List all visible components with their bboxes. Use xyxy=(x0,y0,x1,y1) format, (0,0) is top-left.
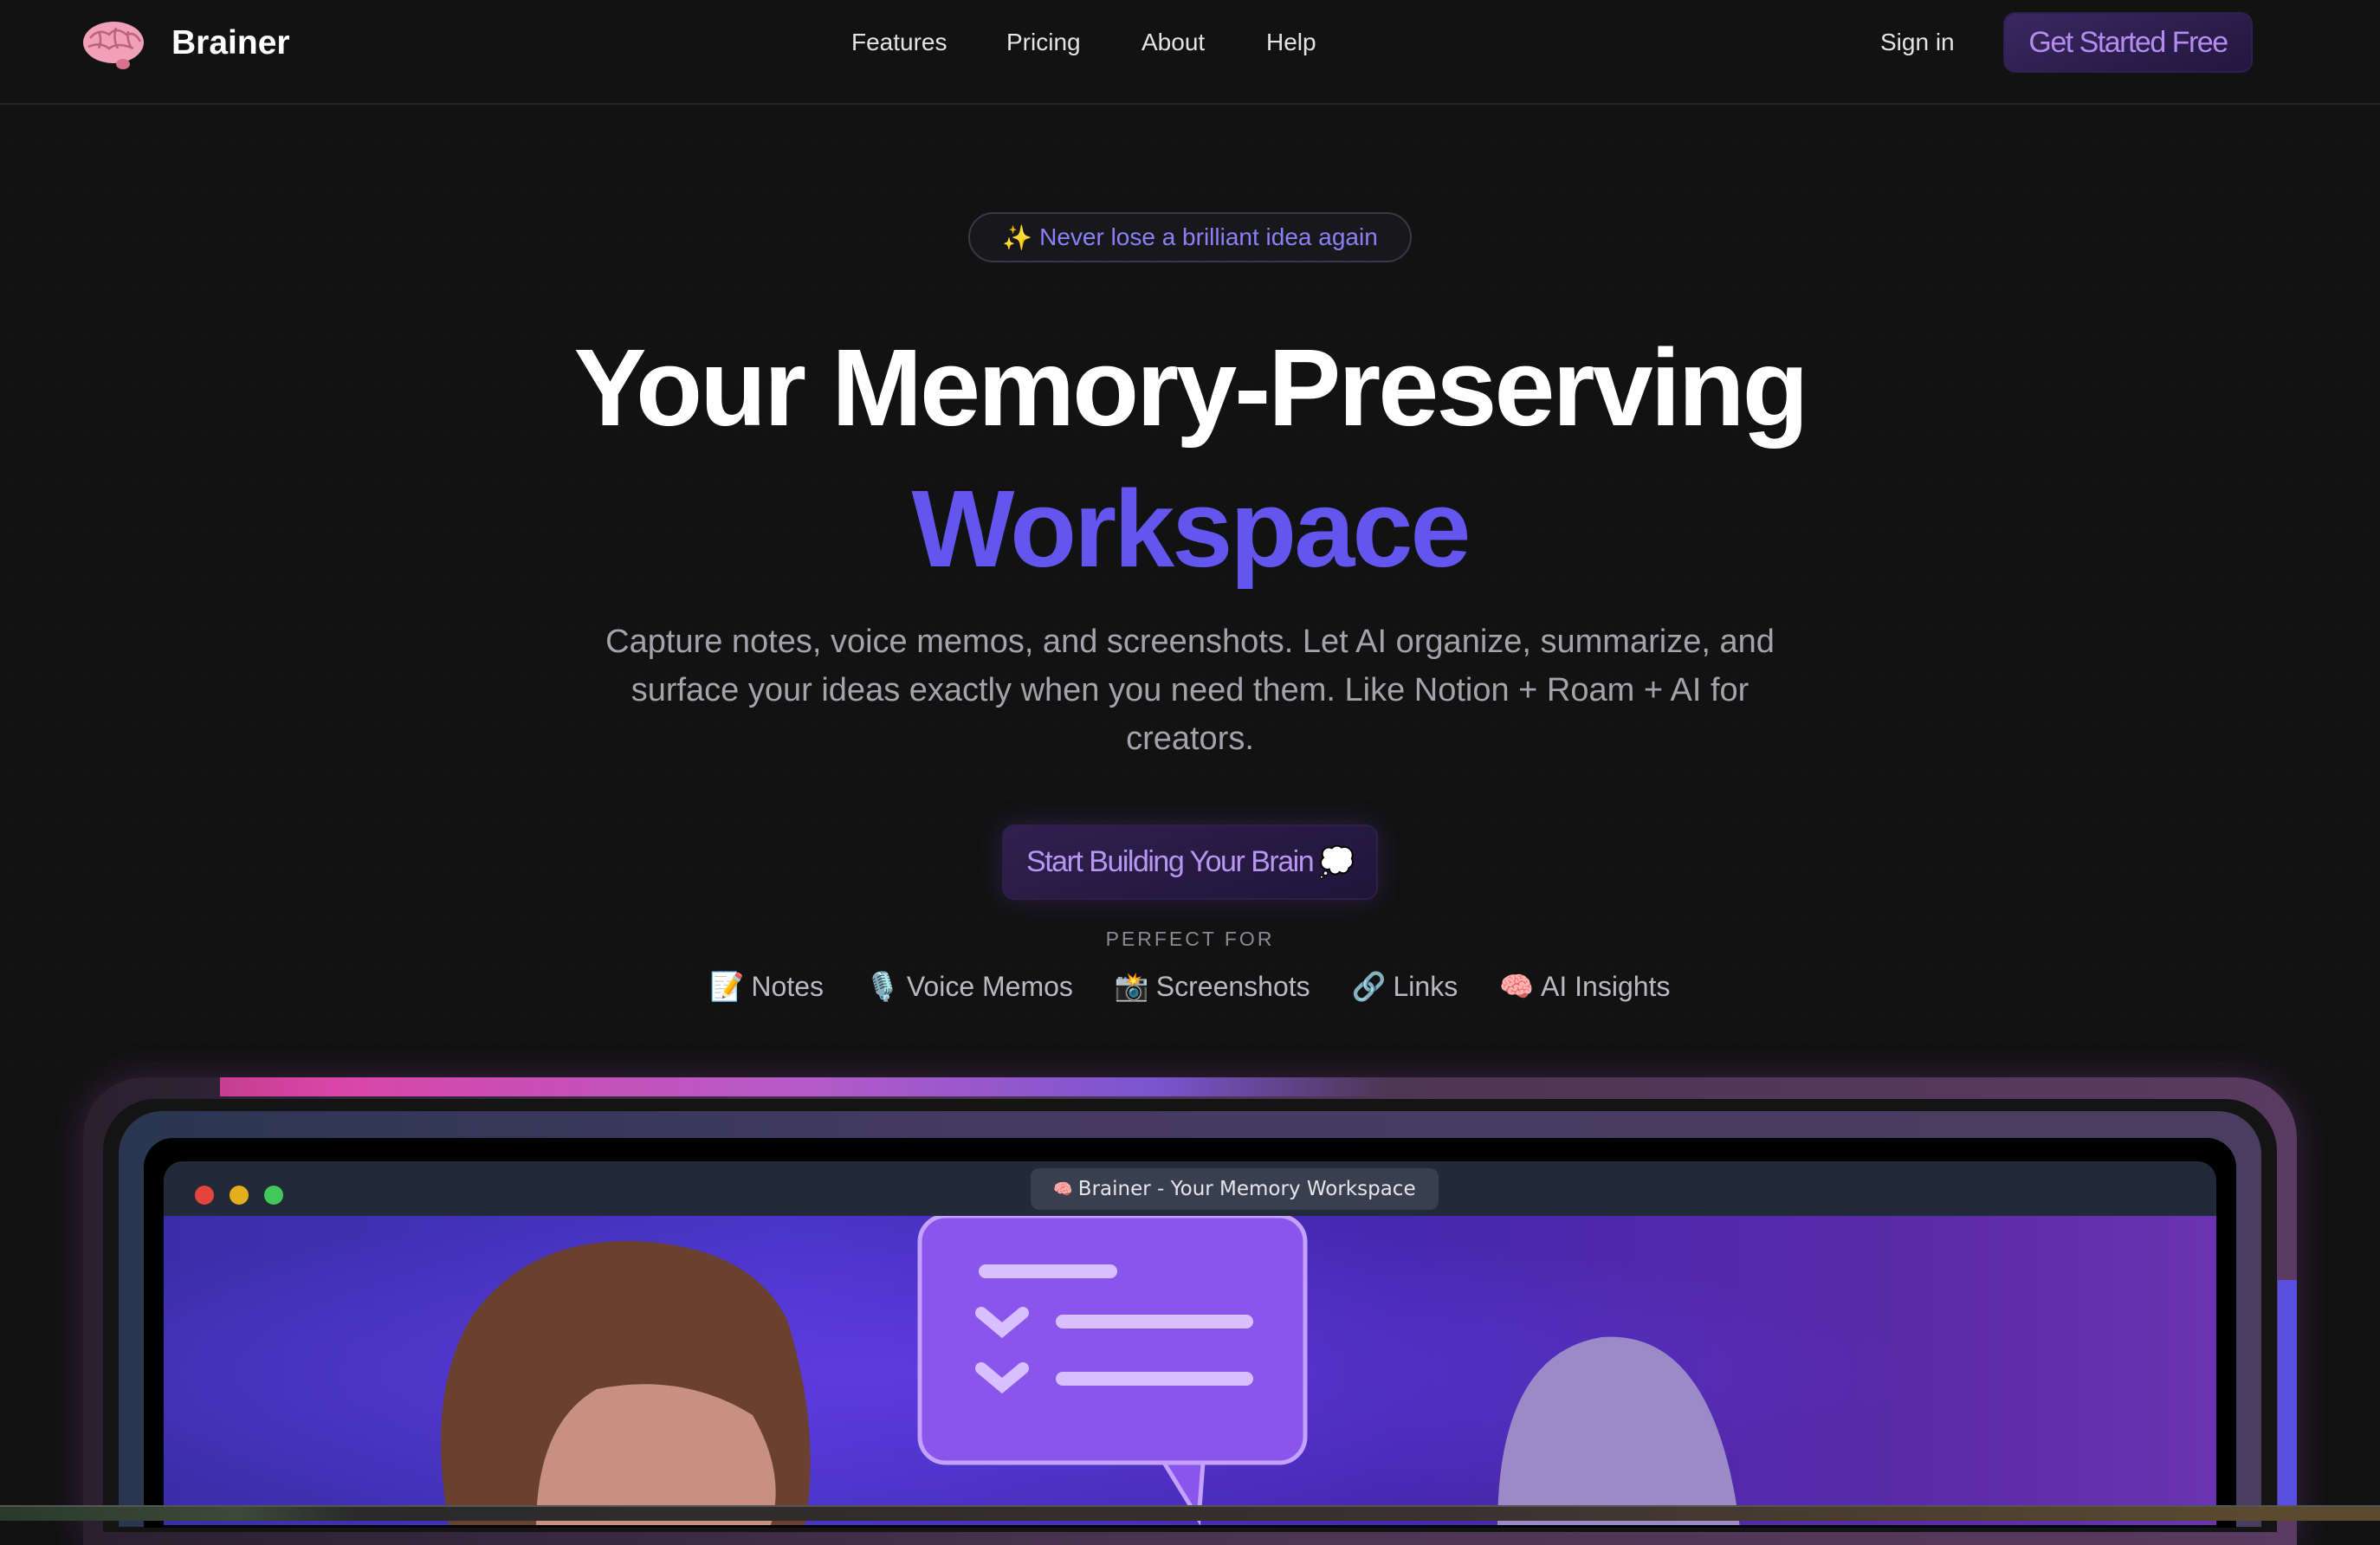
window-title-tab: 🧠 Brainer - Your Memory Workspace xyxy=(1031,1168,1439,1210)
use-case-label: Links xyxy=(1393,970,1458,1002)
use-case-list: 📝 Notes 🎙️ Voice Memos 📸 Screenshots 🔗 Links… xyxy=(0,970,2380,1003)
use-case-label: AI Insights xyxy=(1541,970,1671,1002)
get-started-button[interactable]: Get Started Free xyxy=(2003,12,2253,73)
use-case-links: 🔗 Links xyxy=(1352,970,1458,1003)
use-case-label: Screenshots xyxy=(1155,970,1310,1002)
hero-description: Capture notes, voice memos, and screensh… xyxy=(605,624,1775,757)
brain-logo-icon[interactable] xyxy=(81,19,146,71)
microphone-icon: 🎙️ xyxy=(865,971,900,1002)
mockup-side-accent xyxy=(2278,1280,2297,1514)
camera-icon: 📸 xyxy=(1114,971,1149,1002)
window-title: Brainer - Your Memory Workspace xyxy=(1077,1178,1416,1200)
thought-bubble-icon: 💭 xyxy=(1318,845,1355,879)
brand-name[interactable]: Brainer xyxy=(171,24,290,62)
memo-icon: 📝 xyxy=(709,971,745,1002)
use-case-ai-insights: 🧠 AI Insights xyxy=(1499,970,1670,1003)
os-taskbar-strip xyxy=(0,1505,2380,1521)
sparkles-icon: ✨ xyxy=(1002,223,1033,251)
maximize-dot-icon xyxy=(264,1186,283,1205)
use-case-label: Notes xyxy=(751,970,824,1002)
use-case-notes: 📝 Notes xyxy=(710,970,824,1003)
hero-title-line1: Your Memory-Preserving xyxy=(573,326,1808,449)
tagline-badge: ✨ Never lose a brilliant idea again xyxy=(968,212,1412,262)
start-building-button[interactable]: Start Building Your Brain 💭 xyxy=(1002,824,1378,900)
hero-illustration xyxy=(164,1216,2216,1525)
close-dot-icon xyxy=(195,1186,214,1205)
use-case-screenshots: 📸 Screenshots xyxy=(1115,970,1310,1003)
brain-icon: 🧠 xyxy=(1499,971,1535,1002)
app-window-preview: 🧠 Brainer - Your Memory Workspace xyxy=(164,1161,2216,1525)
nav-link-help[interactable]: Help xyxy=(1266,29,1316,56)
link-icon: 🔗 xyxy=(1351,971,1387,1002)
brain-icon: 🧠 xyxy=(1053,1180,1073,1199)
perfect-for-label: PERFECT FOR xyxy=(1105,928,1275,950)
badge-text: Never lose a brilliant idea again xyxy=(1039,223,1378,250)
use-case-voice-memos: 🎙️ Voice Memos xyxy=(865,970,1073,1003)
use-case-label: Voice Memos xyxy=(906,970,1073,1002)
sign-in-link[interactable]: Sign in xyxy=(1880,29,1955,56)
minimize-dot-icon xyxy=(230,1186,249,1205)
nav-link-features[interactable]: Features xyxy=(851,29,947,56)
top-navbar: Brainer Features Pricing About Help Sign… xyxy=(0,0,2380,105)
mockup-gradient-bar xyxy=(220,1077,1389,1096)
nav-link-about[interactable]: About xyxy=(1141,29,1205,56)
cta-label: Start Building Your Brain xyxy=(1026,845,1315,878)
nav-link-pricing[interactable]: Pricing xyxy=(1006,29,1081,56)
hero-title-line2: Workspace xyxy=(911,468,1471,590)
